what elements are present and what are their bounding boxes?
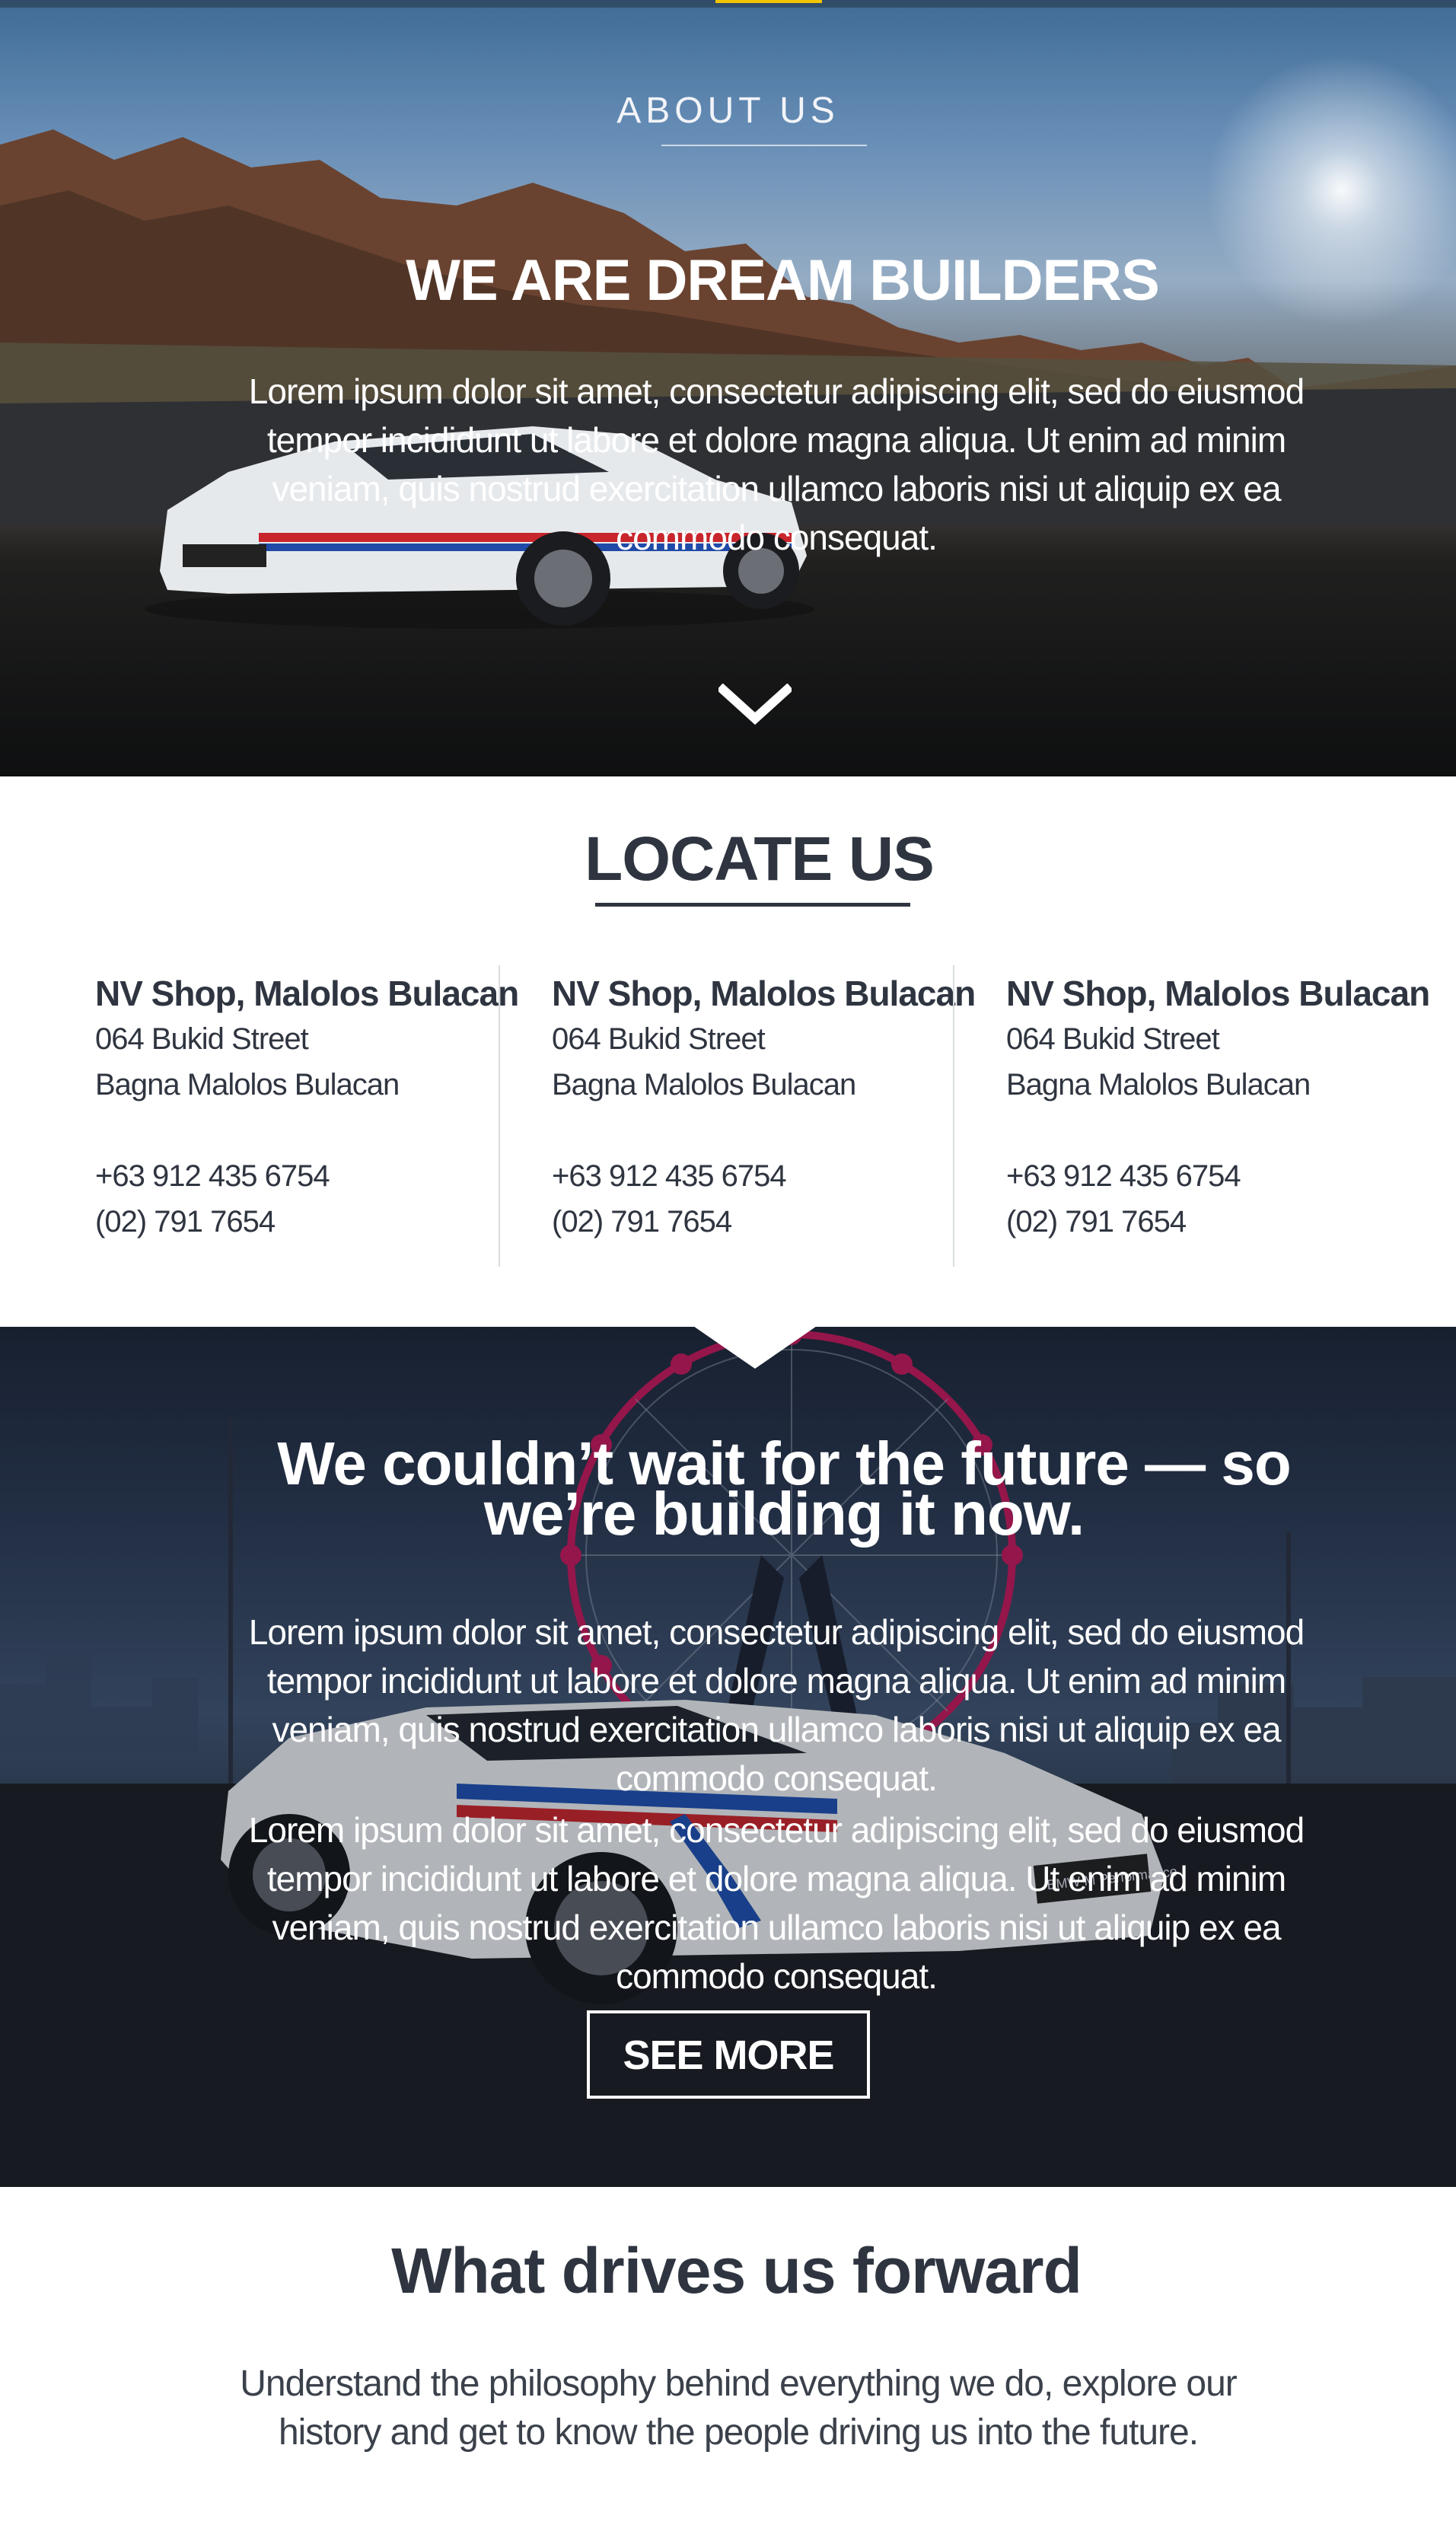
shop-landline[interactable]: (02) 791 7654 xyxy=(95,1199,521,1245)
location-card: NV Shop, Malolos Bulacan 064 Bukid Stree… xyxy=(1006,971,1432,1245)
location-card: NV Shop, Malolos Bulacan 064 Bukid Stree… xyxy=(552,971,978,1245)
shop-street: 064 Bukid Street xyxy=(1006,1022,1220,1056)
shop-city: Bagna Malolos Bulacan xyxy=(1006,1068,1311,1101)
shop-mobile[interactable]: +63 912 435 6754 xyxy=(552,1153,978,1199)
future-paragraph-2: Lorem ipsum dolor sit amet, consectetur … xyxy=(248,1810,1305,1996)
shop-name: NV Shop, Malolos Bulacan xyxy=(552,974,976,1013)
future-title: We couldn’t wait for the future — so we’… xyxy=(277,1430,1291,1548)
shop-city: Bagna Malolos Bulacan xyxy=(95,1068,400,1101)
shop-street: 064 Bukid Street xyxy=(552,1022,766,1056)
shop-name: NV Shop, Malolos Bulacan xyxy=(95,974,519,1013)
see-more-button[interactable]: SEE MORE xyxy=(587,2010,870,2099)
locate-title-underline xyxy=(595,903,910,907)
active-nav-indicator xyxy=(715,0,822,3)
future-paragraph-1: Lorem ipsum dolor sit amet, consectetur … xyxy=(248,1612,1305,1798)
column-divider xyxy=(953,965,954,1267)
shop-street: 064 Bukid Street xyxy=(95,1022,309,1056)
column-divider xyxy=(499,965,500,1267)
drives-paragraph: Understand the philosophy behind everyth… xyxy=(240,2364,1238,2453)
hero-title: WE ARE DREAM BUILDERS xyxy=(406,248,1160,313)
hero-paragraph: Lorem ipsum dolor sit amet, consectetur … xyxy=(248,371,1305,557)
shop-mobile[interactable]: +63 912 435 6754 xyxy=(1006,1153,1432,1199)
about-hero: ABOUT US WE ARE DREAM BUILDERS Lorem ips… xyxy=(0,0,1456,776)
shop-name: NV Shop, Malolos Bulacan xyxy=(1006,974,1430,1013)
drives-title: What drives us forward xyxy=(391,2235,1082,2306)
shop-landline[interactable]: (02) 791 7654 xyxy=(552,1199,978,1245)
shop-landline[interactable]: (02) 791 7654 xyxy=(1006,1199,1432,1245)
chevron-down-icon[interactable] xyxy=(718,684,792,726)
section-label: ABOUT US xyxy=(616,91,840,131)
shop-city: Bagna Malolos Bulacan xyxy=(552,1068,856,1101)
section-notch xyxy=(691,1325,819,1369)
location-card: NV Shop, Malolos Bulacan 064 Bukid Stree… xyxy=(95,971,521,1245)
section-label-underline xyxy=(661,145,867,146)
locate-title: LOCATE US xyxy=(585,824,935,894)
shop-mobile[interactable]: +63 912 435 6754 xyxy=(95,1153,521,1199)
